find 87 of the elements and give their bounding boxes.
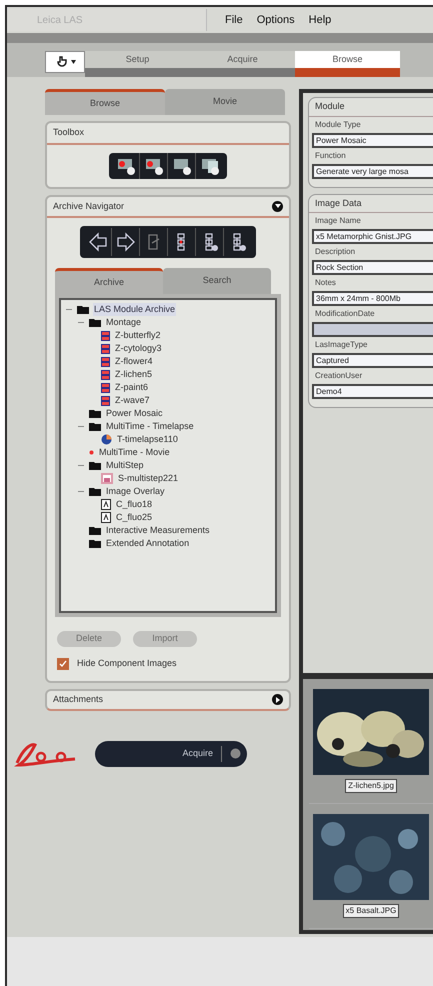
dot-icon — [89, 450, 94, 455]
tree-item[interactable]: Z-butterfly2 — [114, 328, 162, 342]
field-label: Module Type — [314, 118, 362, 131]
image-stack-icon — [101, 356, 110, 366]
thumbnail-caption: Z-lichen5.jpg — [345, 779, 397, 793]
field-label: LasImageType — [314, 339, 368, 351]
tree-item[interactable]: Power Mosaic — [105, 406, 164, 420]
tree-item[interactable]: C_fluo25 — [115, 510, 154, 524]
document-icon — [101, 499, 111, 510]
tree-item[interactable]: C_fluo18 — [115, 498, 154, 512]
back-icon[interactable] — [86, 231, 108, 253]
panel-tab[interactable]: Movie — [165, 89, 285, 115]
tool-menu-button[interactable] — [45, 51, 85, 73]
tree-item[interactable]: Z-paint6 — [114, 380, 150, 394]
tree-item[interactable]: T-timelapse110 — [116, 432, 179, 446]
image-stack-icon — [101, 370, 110, 380]
group-title: Module — [309, 98, 433, 116]
tree-item[interactable]: Z-lichen5 — [114, 368, 154, 382]
tree-item[interactable]: Z-wave7 — [114, 394, 151, 408]
panel-title: Toolbox — [47, 123, 289, 144]
panel-title: Archive Navigator — [53, 200, 124, 213]
workflow-tab[interactable]: Setup — [85, 51, 190, 77]
menu-item[interactable]: File — [225, 12, 243, 28]
expander-icon[interactable] — [78, 488, 84, 494]
folder-icon — [89, 318, 101, 327]
field-label: Image Name — [314, 215, 362, 227]
panel-title: Attachments — [53, 692, 104, 706]
field-label: ModificationDate — [314, 308, 376, 320]
workflow-tab[interactable]: Browse — [295, 51, 400, 77]
text-field[interactable]: Rock Section — [312, 260, 433, 275]
text-field[interactable]: Power Mosaic — [312, 132, 433, 148]
thumbnail-caption: x5 Basalt.JPG — [342, 904, 400, 918]
text-field[interactable]: Demo4 — [312, 384, 433, 399]
acquire-button[interactable]: Acquire — [95, 740, 247, 766]
folder-icon — [89, 409, 101, 418]
caret-icon — [70, 60, 76, 64]
field-label: Function — [314, 150, 347, 162]
expand-icon[interactable] — [272, 694, 283, 705]
image-stack-icon — [101, 396, 110, 406]
checkbox[interactable] — [57, 658, 69, 670]
text-field[interactable]: 36mm x 24mm - 800Mb — [312, 291, 433, 306]
hand-icon — [54, 55, 68, 69]
menu-item[interactable]: Help — [308, 12, 332, 28]
image-stack-icon — [101, 344, 110, 354]
tree-item[interactable]: Montage — [105, 316, 142, 330]
image-stack-icon — [101, 382, 110, 392]
checkbox-label: Hide Component Images — [77, 657, 177, 670]
archive-tab[interactable]: Search — [163, 268, 271, 294]
text-field[interactable]: x5 Metamorphic Gnist.JPG — [312, 229, 433, 244]
tree-item[interactable]: S-multistep221 — [117, 472, 180, 486]
expander-icon[interactable] — [66, 306, 72, 312]
image-icon — [101, 473, 113, 484]
timelapse-icon — [101, 434, 112, 445]
tree-item[interactable]: LAS Module Archive — [93, 302, 176, 316]
panel-tab[interactable]: Browse — [45, 89, 165, 115]
text-field[interactable]: Generate very large mosa — [312, 164, 433, 178]
field-label: CreationUser — [314, 370, 364, 382]
collapse-icon[interactable] — [272, 200, 283, 212]
tree-item[interactable]: Image Overlay — [105, 484, 166, 498]
tree-item[interactable]: Interactive Measurements — [105, 524, 211, 538]
field-label: Notes — [314, 277, 337, 289]
workflow-tab[interactable]: Acquire — [190, 51, 295, 77]
tree-item[interactable]: Extended Annotation — [105, 536, 190, 550]
forward-icon[interactable] — [114, 231, 136, 253]
archive-tab[interactable]: Archive — [55, 268, 163, 294]
folder-icon — [77, 305, 89, 314]
tree-item[interactable]: MultiTime - Movie — [98, 446, 171, 460]
text-field[interactable]: Captured — [312, 353, 433, 368]
expander-icon[interactable] — [78, 424, 84, 430]
folder-icon — [89, 539, 101, 548]
image-stack-icon — [101, 330, 110, 340]
menu-item[interactable]: Options — [256, 12, 295, 28]
check-icon — [59, 660, 67, 668]
record-icon — [230, 748, 241, 759]
folder-icon — [89, 487, 101, 496]
tree-item[interactable]: MultiTime - Timelapse — [105, 420, 195, 434]
tree-item[interactable]: Z-flower4 — [114, 354, 154, 368]
group-title: Image Data — [309, 194, 433, 213]
folder-icon — [89, 461, 101, 470]
folder-icon — [89, 526, 101, 535]
tree-item[interactable]: Z-cytology3 — [114, 342, 163, 356]
folder-icon — [89, 422, 101, 431]
tree-item[interactable]: MultiStep — [105, 458, 145, 472]
document-icon — [101, 512, 111, 523]
expander-icon[interactable] — [78, 320, 84, 326]
field-label: Description — [314, 246, 356, 258]
expander-icon[interactable] — [78, 462, 84, 468]
